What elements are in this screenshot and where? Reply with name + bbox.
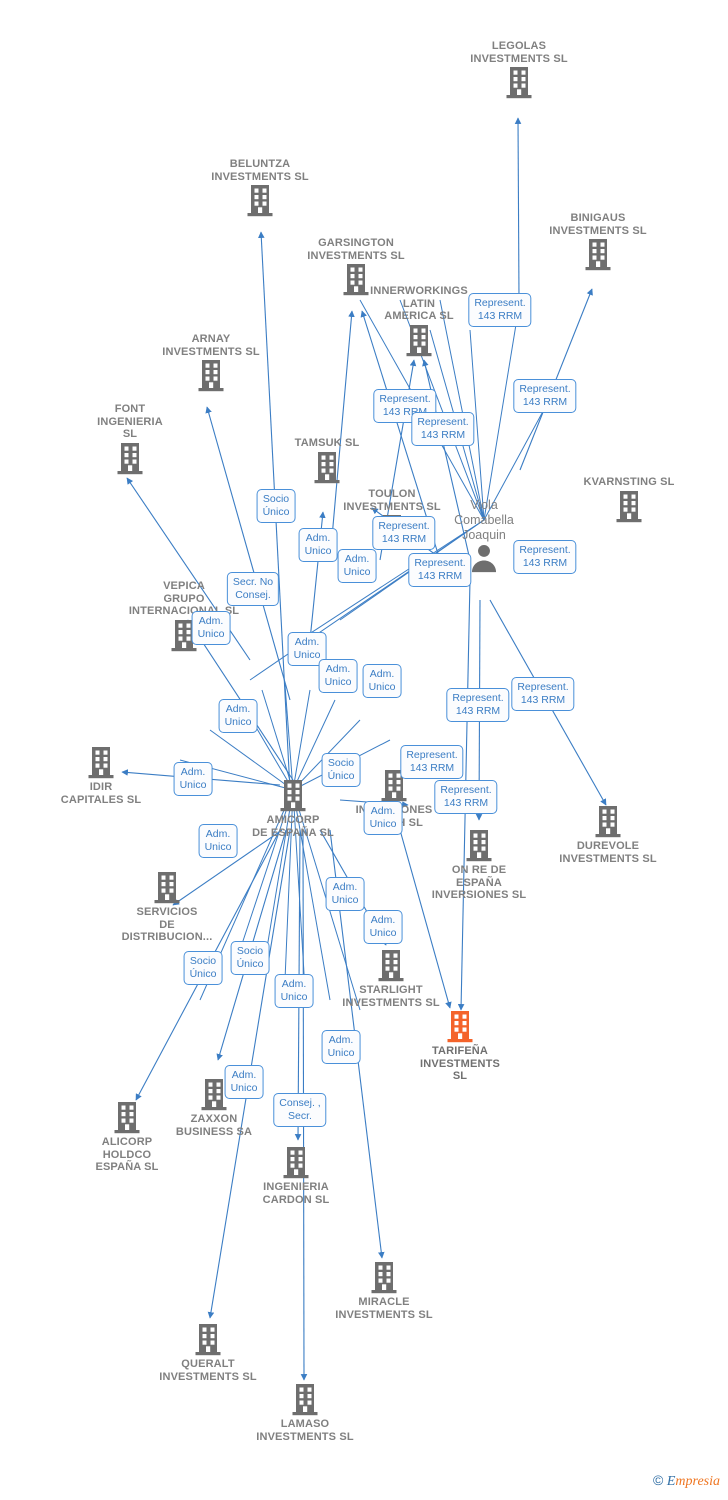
- company-label: ZAXXON BUSINESS SA: [175, 1113, 253, 1138]
- relation-label-r20[interactable]: Socio Único: [321, 753, 361, 787]
- building-icon: [88, 747, 114, 779]
- relation-label-r04[interactable]: Represent. 143 RRM: [411, 412, 475, 446]
- relation-label-r01[interactable]: Represent. 143 RRM: [468, 293, 532, 327]
- company-label: SERVICIOS DE DISTRIBUCION...: [121, 906, 213, 943]
- company-node-lamaso[interactable]: LAMASO INVESTMENTS SL: [230, 1383, 380, 1443]
- network-diagram-canvas: LEGOLAS INVESTMENTS SL BELUNTZA INVESTMEN…: [0, 0, 728, 1500]
- building-icon: [406, 324, 432, 356]
- person-icon: [471, 544, 497, 573]
- company-label: ARNAY INVESTMENTS SL: [162, 333, 260, 358]
- relation-label-r32[interactable]: Consej. , Secr.: [273, 1093, 327, 1127]
- building-icon: [195, 1324, 221, 1356]
- relation-label-r29[interactable]: Adm. Unico: [274, 974, 314, 1008]
- company-label: KVARNSTING SL: [583, 476, 675, 488]
- building-icon: [595, 806, 621, 838]
- company-label: STARLIGHT INVESTMENTS SL: [342, 984, 440, 1009]
- building-icon: [154, 872, 180, 904]
- company-node-queralt[interactable]: QUERALT INVESTMENTS SL: [133, 1323, 283, 1383]
- copyright-symbol: ©: [653, 1472, 664, 1488]
- relation-label-r30[interactable]: Adm. Unico: [321, 1030, 361, 1064]
- company-node-beluntza[interactable]: BELUNTZA INVESTMENTS SL: [185, 158, 335, 218]
- building-icon: [292, 1384, 318, 1416]
- relation-label-r19[interactable]: Adm. Unico: [173, 762, 213, 796]
- building-icon: [114, 1102, 140, 1134]
- building-icon: [371, 1262, 397, 1294]
- relation-label-r15[interactable]: Adm. Unico: [362, 664, 402, 698]
- relation-label-r22[interactable]: Represent. 143 RRM: [434, 780, 498, 814]
- person-label: Viola Comabella Joaquin: [454, 498, 514, 542]
- building-icon-highlighted: [447, 1011, 473, 1043]
- edge-hub-to-legolas: [514, 117, 522, 301]
- building-icon: [283, 1147, 309, 1179]
- company-node-tamsuk[interactable]: TAMSUK SL: [252, 437, 402, 485]
- relation-label-r25[interactable]: Adm. Unico: [325, 877, 365, 911]
- relation-label-r05[interactable]: Socio Único: [256, 489, 296, 523]
- company-node-starlight[interactable]: STARLIGHT INVESTMENTS SL: [316, 949, 466, 1009]
- relation-label-r23[interactable]: Adm. Unico: [198, 824, 238, 858]
- company-node-servicios[interactable]: SERVICIOS DE DISTRIBUCION...: [92, 871, 242, 944]
- relation-label-r16[interactable]: Represent. 143 RRM: [511, 677, 575, 711]
- company-node-arnay[interactable]: ARNAY INVESTMENTS SL: [136, 333, 286, 393]
- company-label: FONT INGENIERIA SL: [97, 403, 163, 440]
- company-node-miracle[interactable]: MIRACLE INVESTMENTS SL: [309, 1261, 459, 1321]
- building-icon: [616, 490, 642, 522]
- company-node-font[interactable]: FONT INGENIERIA SL: [55, 403, 205, 476]
- relation-label-r31[interactable]: Adm. Unico: [224, 1065, 264, 1099]
- relation-label-r18[interactable]: Adm. Unico: [218, 699, 258, 733]
- relation-label-r28[interactable]: Socio Único: [183, 951, 223, 985]
- company-label: LEGOLAS INVESTMENTS SL: [470, 40, 568, 65]
- company-node-idir[interactable]: IDIR CAPITALES SL: [26, 746, 176, 806]
- building-icon: [198, 360, 224, 392]
- building-icon: [117, 442, 143, 474]
- building-icon: [378, 950, 404, 982]
- edge-fan-1-2: [284, 684, 294, 791]
- relation-label-r14[interactable]: Adm. Unico: [318, 659, 358, 693]
- relation-label-r27[interactable]: Socio Único: [230, 941, 270, 975]
- company-label: TAMSUK SL: [294, 437, 360, 449]
- relation-label-r17[interactable]: Represent. 143 RRM: [446, 688, 510, 722]
- company-label: ON RE DE ESPAÑA INVERSIONES SL: [431, 864, 527, 901]
- company-node-binigaus[interactable]: BINIGAUS INVESTMENTS SL: [523, 212, 673, 272]
- edge-fan-1-1: [261, 689, 294, 791]
- building-icon: [314, 451, 340, 483]
- company-node-onre[interactable]: ON RE DE ESPAÑA INVERSIONES SL: [404, 829, 554, 902]
- company-node-ingenieria[interactable]: INGENIERIA CARDON SL: [221, 1146, 371, 1206]
- company-label: ALICORP HOLDCO ESPAÑA SL: [95, 1136, 159, 1173]
- company-node-durevole[interactable]: DUREVOLE INVESTMENTS SL: [533, 805, 683, 865]
- person-node-viola-comabella-joaquin[interactable]: Viola Comabella Joaquin: [409, 498, 559, 580]
- relation-label-r24[interactable]: Adm. Unico: [363, 801, 403, 835]
- company-label: QUERALT INVESTMENTS SL: [159, 1358, 257, 1383]
- company-node-legolas[interactable]: LEGOLAS INVESTMENTS SL: [444, 40, 594, 100]
- company-label: LAMASO INVESTMENTS SL: [256, 1418, 354, 1443]
- building-icon: [280, 780, 306, 812]
- company-label: INGENIERIA CARDON SL: [262, 1181, 330, 1206]
- brand-name: mpresia: [675, 1474, 720, 1489]
- watermark: © Empresia: [653, 1472, 720, 1490]
- company-label: GARSINGTON INVESTMENTS SL: [307, 237, 405, 262]
- relation-label-r12[interactable]: Adm. Unico: [191, 611, 231, 645]
- edge-fan-1-3: [292, 689, 311, 791]
- relation-label-r26[interactable]: Adm. Unico: [363, 910, 403, 944]
- company-node-zaxxon[interactable]: ZAXXON BUSINESS SA: [139, 1078, 289, 1138]
- company-node-kvarnsting[interactable]: KVARNSTING SL: [554, 476, 704, 524]
- relation-label-r11[interactable]: Secr. No Consej.: [226, 572, 280, 606]
- company-label: TARIFEÑA INVESTMENTS SL: [420, 1045, 500, 1082]
- relation-label-r08[interactable]: Adm. Unico: [337, 549, 377, 583]
- company-label: BELUNTZA INVESTMENTS SL: [211, 158, 309, 183]
- company-label: DUREVOLE INVESTMENTS SL: [559, 840, 657, 865]
- relation-label-r02[interactable]: Represent. 143 RRM: [513, 379, 577, 413]
- relation-label-r07[interactable]: Adm. Unico: [298, 528, 338, 562]
- company-label: MIRACLE INVESTMENTS SL: [335, 1296, 433, 1321]
- company-node-tarifena[interactable]: TARIFEÑA INVESTMENTS SL: [385, 1010, 535, 1083]
- building-icon: [585, 239, 611, 271]
- company-label: BINIGAUS INVESTMENTS SL: [549, 212, 647, 237]
- building-icon: [506, 67, 532, 99]
- building-icon: [247, 185, 273, 217]
- relation-label-r21[interactable]: Represent. 143 RRM: [400, 745, 464, 779]
- company-label: IDIR CAPITALES SL: [60, 781, 142, 806]
- building-icon: [466, 830, 492, 862]
